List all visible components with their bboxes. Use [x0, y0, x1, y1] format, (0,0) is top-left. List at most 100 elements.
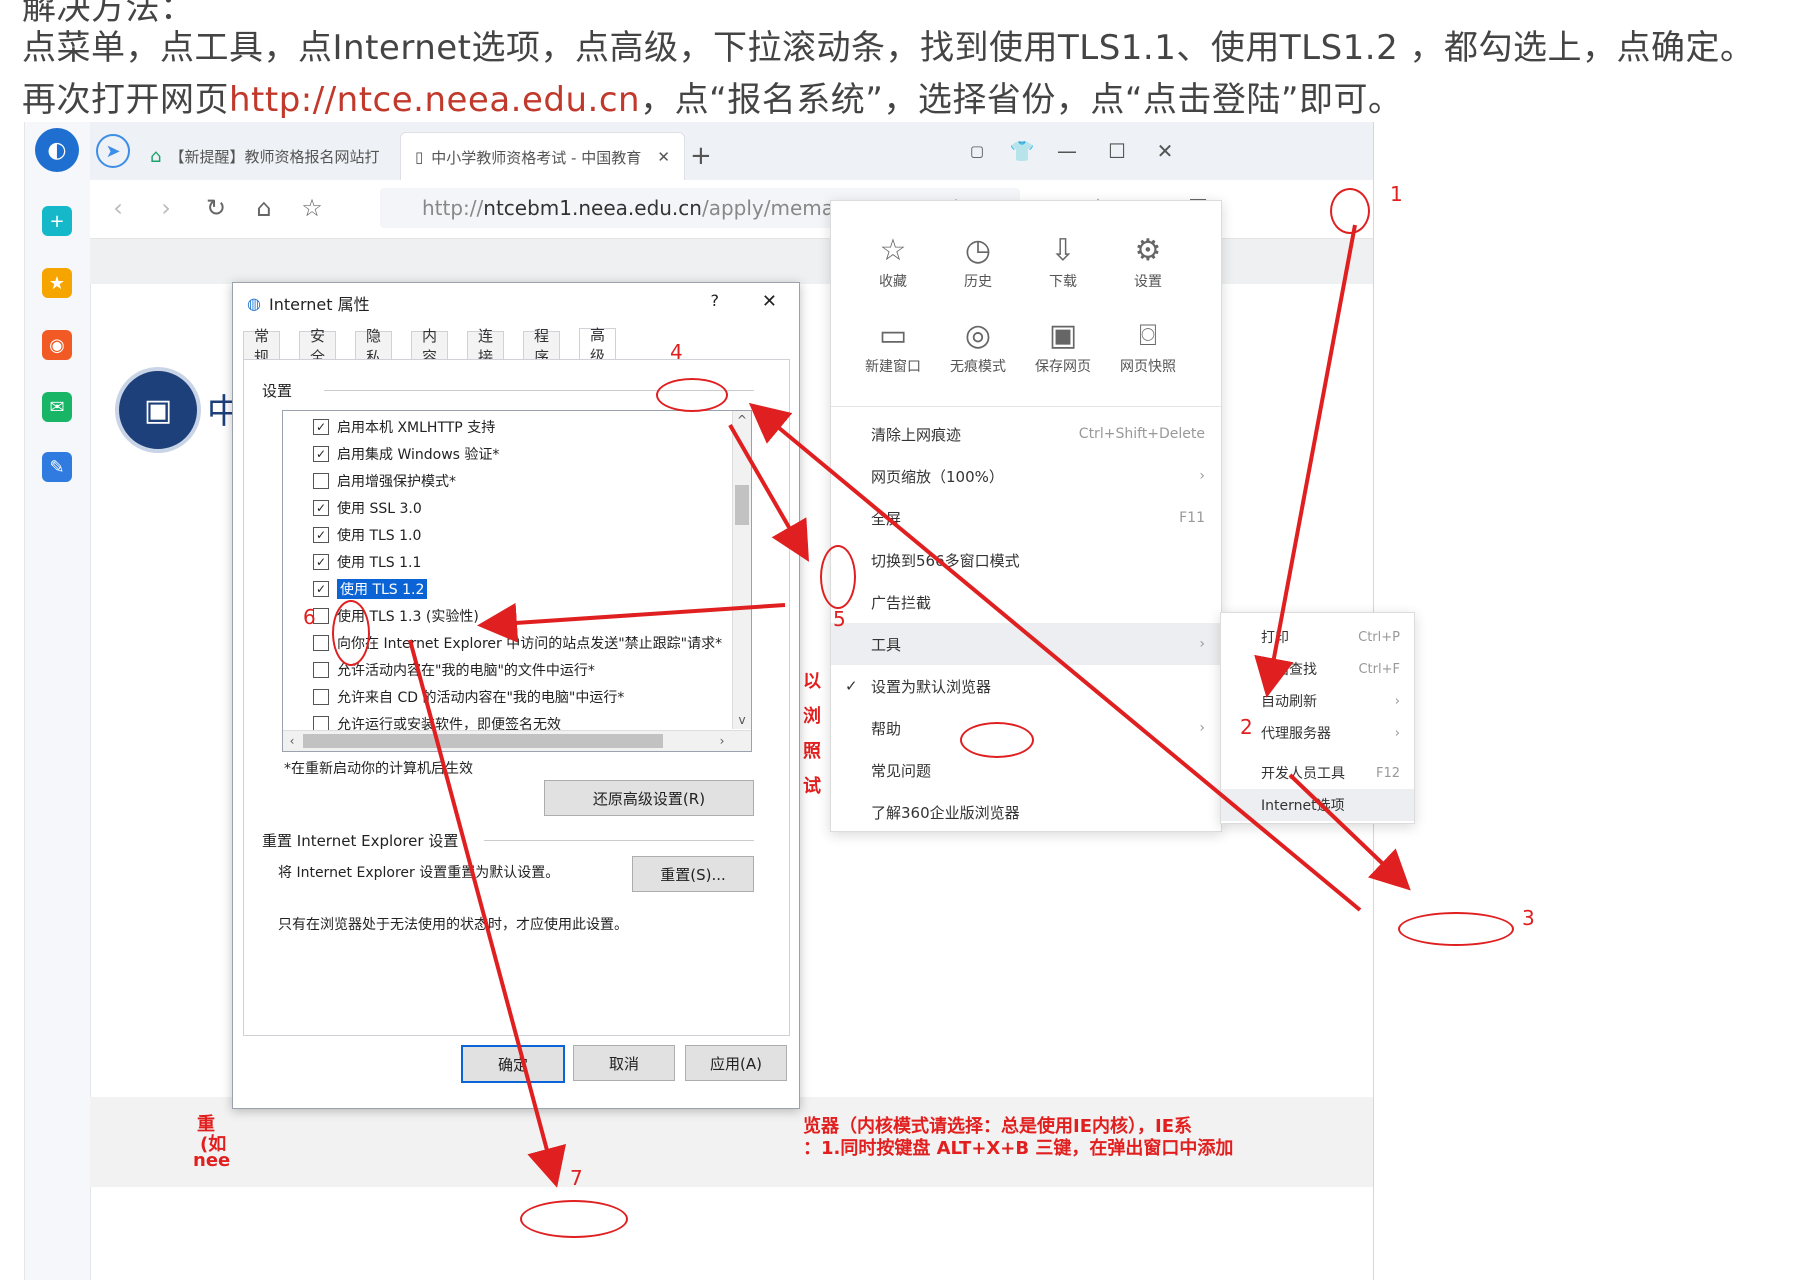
menu-snapshot[interactable]: ⌼ 网页快照 [1108, 316, 1188, 376]
bookmark-star-icon[interactable]: ☆ [294, 190, 330, 226]
tab-content[interactable]: 内容 [411, 327, 449, 366]
tab-privacy[interactable]: 隐私 [355, 327, 393, 366]
menu-item[interactable]: 工具 › [831, 623, 1221, 665]
setting-item[interactable]: 向你在 Internet Explorer 中访问的站点发送"禁止跟踪"请求* [313, 631, 722, 655]
unchecked-checkbox-icon[interactable] [313, 473, 329, 489]
submenu-item[interactable]: 自动刷新 › [1221, 685, 1414, 717]
scroll-up-icon[interactable]: ^ [733, 411, 751, 429]
tab-bar: ➤ ⌂ 【新提醒】教师资格报名网站打 ▯ 中小学教师资格考试 - 中国教育 ✕ + ▢… [90, 122, 1373, 181]
tab-2[interactable]: ▯ 中小学教师资格考试 - 中国教育 ✕ [400, 132, 685, 181]
menu-item[interactable]: ✓ 设置为默认浏览器 [831, 665, 1221, 707]
camera-icon: ⌼ [1139, 318, 1157, 353]
dialog-close-button[interactable]: ✕ [762, 291, 777, 312]
menu-item-label: 切换到566多窗口模式 [871, 551, 1020, 570]
page-icon: ▯ [415, 148, 424, 166]
tab-count-icon[interactable]: ▢ [960, 134, 994, 168]
submenu-item[interactable]: Internet选项 [1221, 789, 1414, 821]
h-scroll-thumb[interactable] [303, 734, 663, 748]
reset-button[interactable]: 重置(S)... [632, 856, 754, 892]
back-icon[interactable]: ‹ [100, 190, 136, 226]
settings-list[interactable]: ✓ 启用本机 XMLHTTP 支持 ✓ 启用集成 Windows 验证* 启用增强保护模… [282, 410, 752, 752]
reset-divider [484, 840, 754, 841]
menu-item[interactable]: 常见问题 [831, 749, 1221, 791]
cancel-button[interactable]: 取消 [573, 1045, 675, 1081]
horizontal-scrollbar[interactable]: ‹ › [283, 730, 751, 751]
submenu-item[interactable]: 开发人员工具 F12 [1221, 757, 1414, 789]
browser-sidebar: ◐ + ★ ◉ ✉ ✎ [25, 122, 91, 1280]
menu-item[interactable]: 广告拦截 [831, 581, 1221, 623]
setting-item[interactable]: ✓ 使用 TLS 1.1 [313, 550, 421, 574]
menu-item[interactable]: 网页缩放（100%） › [831, 455, 1221, 497]
menu-settings[interactable]: ⚙ 设置 [1108, 231, 1188, 291]
tab-programs[interactable]: 程序 [523, 327, 561, 366]
menu-save-page[interactable]: ▣ 保存网页 [1023, 316, 1103, 376]
checked-checkbox-icon[interactable]: ✓ [313, 527, 329, 543]
menu-favorites-label: 收藏 [879, 274, 907, 290]
restore-advanced-button[interactable]: 还原高级设置(R) [544, 780, 754, 816]
tab-1[interactable]: ⌂ 【新提醒】教师资格报名网站打 [150, 132, 379, 180]
vertical-scrollbar[interactable]: ^ v [732, 411, 751, 729]
menu-incognito[interactable]: ◎ 无痕模式 [938, 316, 1018, 376]
navigate-icon[interactable]: ➤ [96, 134, 130, 168]
tab-general[interactable]: 常规 [243, 327, 281, 366]
setting-item[interactable]: ✓ 使用 SSL 3.0 [313, 496, 422, 520]
setting-item[interactable]: ✓ 使用 TLS 1.0 [313, 523, 421, 547]
menu-item-shortcut: › [1199, 468, 1205, 484]
ok-button[interactable]: 确定 [461, 1045, 565, 1083]
weibo-icon[interactable]: ◉ [42, 330, 72, 360]
checked-checkbox-icon[interactable]: ✓ [313, 446, 329, 462]
minimize-icon[interactable]: — [1050, 134, 1084, 168]
submenu-item[interactable]: 打印 Ctrl+P [1221, 621, 1414, 653]
setting-item[interactable]: ✓ 启用本机 XMLHTTP 支持 [313, 415, 495, 439]
circle-ok [520, 1200, 628, 1238]
tab-advanced[interactable]: 高级 [579, 326, 617, 365]
close-window-icon[interactable]: ✕ [1148, 134, 1182, 168]
checked-checkbox-icon[interactable]: ✓ [313, 581, 329, 597]
unchecked-checkbox-icon[interactable] [313, 635, 329, 651]
menu-item[interactable]: 清除上网痕迹 Ctrl+Shift+Delete [831, 413, 1221, 455]
scroll-left-icon[interactable]: ‹ [283, 732, 301, 750]
menu-downloads[interactable]: ⇩ 下载 [1023, 231, 1103, 291]
scroll-down-icon[interactable]: v [733, 711, 751, 729]
plus-icon[interactable]: + [42, 206, 72, 236]
help-button[interactable]: ? [711, 291, 720, 310]
menu-new-window[interactable]: ▭ 新建窗口 [853, 316, 933, 376]
checked-checkbox-icon[interactable]: ✓ [313, 554, 329, 570]
unchecked-checkbox-icon[interactable] [313, 689, 329, 705]
forward-icon[interactable]: › [148, 190, 184, 226]
checked-checkbox-icon[interactable]: ✓ [313, 500, 329, 516]
edit-icon[interactable]: ✎ [42, 452, 72, 482]
menu-item[interactable]: 了解360企业版浏览器 [831, 791, 1221, 833]
scroll-thumb[interactable] [735, 485, 749, 525]
menu-item-label: 帮助 [871, 719, 902, 738]
maximize-icon[interactable]: ☐ [1100, 134, 1134, 168]
apply-button[interactable]: 应用(A) [685, 1045, 787, 1081]
new-tab-button[interactable]: + [690, 132, 712, 180]
home-icon[interactable]: ⌂ [246, 190, 282, 226]
scroll-right-icon[interactable]: › [713, 732, 731, 750]
unchecked-checkbox-icon[interactable] [313, 662, 329, 678]
menu-history[interactable]: ◷ 历史 [938, 231, 1018, 291]
ntce-link[interactable]: http://ntce.neea.edu.cn [229, 80, 640, 120]
checked-checkbox-icon[interactable]: ✓ [313, 419, 329, 435]
step-6-label: 6 [303, 605, 316, 629]
refresh-icon[interactable]: ↻ [198, 190, 234, 226]
setting-item[interactable]: 启用增强保护模式* [313, 469, 456, 493]
tab-connections[interactable]: 连接 [467, 327, 505, 366]
browser-logo-icon[interactable]: ◐ [35, 128, 79, 172]
submenu-item-label: 页面查找 [1261, 662, 1317, 678]
tab-close-icon[interactable]: ✕ [657, 148, 670, 166]
setting-item[interactable]: ✓ 使用 TLS 1.2 [313, 577, 428, 601]
side-note-3: 照 [803, 741, 821, 762]
star-icon[interactable]: ★ [42, 268, 72, 298]
tab-security[interactable]: 安全 [299, 327, 337, 366]
skin-icon[interactable]: 👕 [1005, 134, 1039, 168]
menu-item[interactable]: 切换到566多窗口模式 [831, 539, 1221, 581]
setting-item[interactable]: 允许来自 CD 的活动内容在"我的电脑"中运行* [313, 685, 624, 709]
setting-item[interactable]: ✓ 启用集成 Windows 验证* [313, 442, 499, 466]
submenu-item[interactable]: 页面查找 Ctrl+F [1221, 653, 1414, 685]
dialog-titlebar: ◍ Internet 属性 ? ✕ [233, 283, 799, 323]
mail-icon[interactable]: ✉ [42, 392, 72, 422]
menu-favorites[interactable]: ☆ 收藏 [853, 231, 933, 291]
menu-item[interactable]: 全屏 F11 [831, 497, 1221, 539]
